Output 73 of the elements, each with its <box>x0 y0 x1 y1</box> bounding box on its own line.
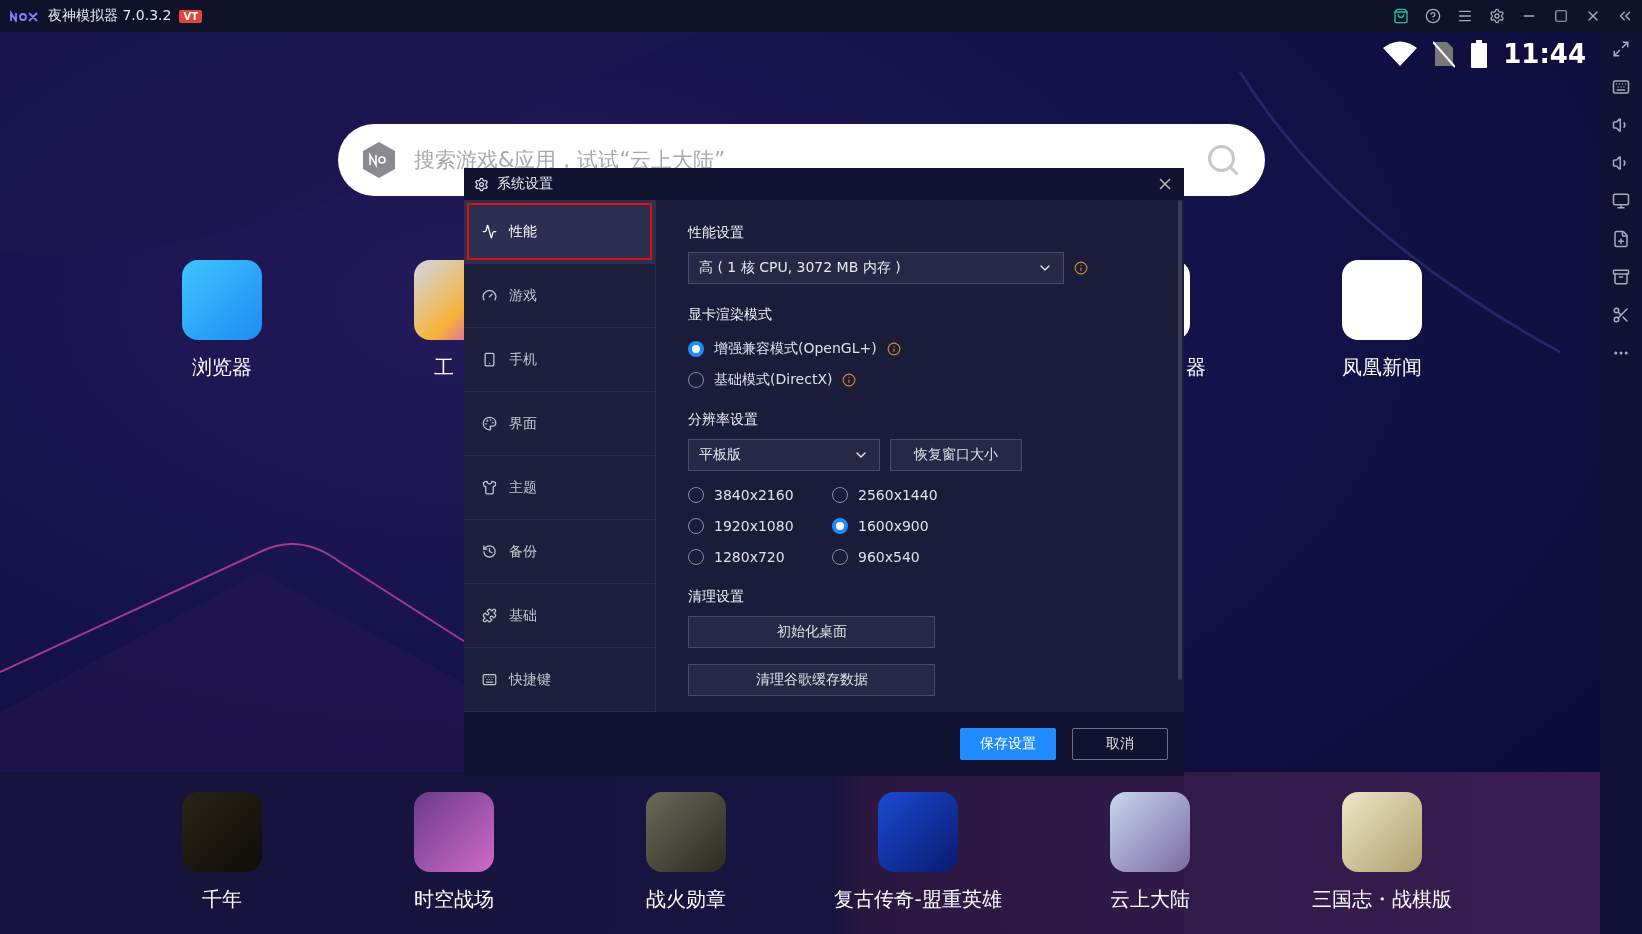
radio-label: 1600x900 <box>858 517 929 534</box>
status-time: 11:44 <box>1503 39 1586 69</box>
radio-label: 3840x2160 <box>714 486 794 503</box>
section-heading: 性能设置 <box>688 224 745 242</box>
radio-label: 1280x720 <box>714 548 785 565</box>
sidebar-item[interactable]: 备份 <box>464 520 655 584</box>
cleanup-button[interactable]: 初始化桌面 <box>688 616 935 649</box>
radio-label: 基础模式(DirectX) <box>714 371 833 390</box>
app-icon[interactable] <box>1110 792 1190 872</box>
cleanup-button[interactable]: 清理谷歌缓存数据 <box>688 664 935 696</box>
section-heading: 显卡渲染模式 <box>688 306 773 324</box>
screen-icon[interactable] <box>1612 192 1630 210</box>
info-icon[interactable] <box>1074 261 1088 275</box>
sidebar-icon <box>482 608 497 623</box>
app-label: 三国志・战棋版 <box>1312 886 1452 913</box>
no-sim-icon <box>1433 40 1456 68</box>
info-icon[interactable] <box>842 373 857 388</box>
section-heading: 清理设置 <box>688 588 745 607</box>
app-label: 战火勋章 <box>646 886 726 913</box>
app-title: 夜神模拟器 7.0.3.2 <box>48 7 172 25</box>
battery-icon <box>1471 40 1488 68</box>
sidebar-icon <box>482 224 497 239</box>
cancel-button[interactable]: 取消 <box>1072 728 1168 760</box>
radio-button[interactable] <box>832 517 848 534</box>
help-icon[interactable] <box>1424 7 1442 25</box>
vt-badge: VT <box>179 9 202 23</box>
sidebar-item[interactable]: 手机 <box>464 328 655 392</box>
app-label: 凤凰新闻 <box>1342 354 1422 381</box>
settings-icon[interactable] <box>1488 7 1506 25</box>
dialog-title: 系统设置 <box>497 175 553 193</box>
radio-label: 1920x1080 <box>714 517 794 534</box>
apk-install-icon[interactable] <box>1612 230 1630 248</box>
radio-label: 960x540 <box>858 548 920 565</box>
section-heading: 分辨率设置 <box>688 411 759 430</box>
app-label: 复古传奇-盟重英雄 <box>834 886 1002 913</box>
store-icon[interactable] <box>1392 7 1410 25</box>
maximize-icon[interactable] <box>1552 7 1570 25</box>
app-icon[interactable] <box>182 260 262 340</box>
restore-size-button[interactable]: 恢复窗口大小 <box>890 439 1022 472</box>
stack-icon[interactable] <box>1612 268 1630 286</box>
app-icon[interactable] <box>1342 260 1422 340</box>
keyboard-icon[interactable] <box>1612 78 1630 96</box>
sidebar-item[interactable]: 界面 <box>464 392 655 456</box>
info-icon[interactable] <box>886 342 901 357</box>
logo-icon <box>10 10 40 22</box>
sidebar-item[interactable]: 游戏 <box>464 264 655 328</box>
app-label: 工 <box>434 354 454 381</box>
app-label: 器 <box>1186 354 1206 381</box>
sidebar-icon <box>482 480 497 495</box>
sidebar-icon <box>482 672 497 687</box>
logo-icon <box>362 141 396 179</box>
sidebar-icon <box>482 544 497 559</box>
resolution-select[interactable]: 平板版 <box>688 439 880 472</box>
app-label: 浏览器 <box>192 354 252 381</box>
app-icon[interactable] <box>1342 792 1422 872</box>
app-label: 时空战场 <box>414 886 494 913</box>
app-label: 千年 <box>202 886 242 913</box>
scissors-icon[interactable] <box>1612 306 1630 324</box>
sidebar-icon <box>482 288 497 303</box>
radio-label: 增强兼容模式(OpenGL+) <box>714 340 877 359</box>
settings-icon <box>474 176 489 192</box>
app-label: 云上大陆 <box>1110 886 1190 913</box>
fullscreen-icon[interactable] <box>1612 40 1630 58</box>
sidebar-icon <box>482 352 497 367</box>
sidebar-icon <box>482 416 497 431</box>
scrollbar[interactable] <box>1178 200 1182 680</box>
wifi-icon <box>1383 41 1418 67</box>
sidebar-item[interactable]: 性能 <box>464 200 655 264</box>
sidebar-item[interactable]: 基础 <box>464 584 655 648</box>
radio-button[interactable] <box>688 341 704 358</box>
performance-select[interactable]: 高 ( 1 核 CPU, 3072 MB 内存 ) <box>688 252 1064 284</box>
radio-label: 2560x1440 <box>858 486 938 503</box>
sidebar-item[interactable]: 主题 <box>464 456 655 520</box>
